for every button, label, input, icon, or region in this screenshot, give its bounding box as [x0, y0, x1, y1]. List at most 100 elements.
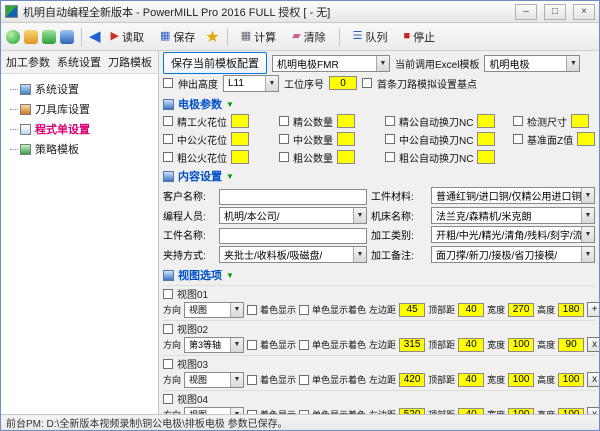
view-direction-combo[interactable]: 视图▼ [184, 372, 244, 388]
excel-template-combo[interactable]: 机明电极 ▼ [484, 55, 580, 72]
electrode-section-header: 电极参数 ▼ [163, 96, 595, 112]
save-template-button[interactable]: 保存当前模板配置 [163, 52, 267, 74]
view-top-input[interactable] [458, 303, 484, 317]
calculator-icon: ▦ [241, 31, 251, 42]
menu-item-machining-params[interactable]: 加工参数 [3, 52, 53, 72]
calculate-button[interactable]: ▦ 计算 [235, 26, 282, 48]
value-input[interactable] [577, 132, 595, 146]
value-input[interactable] [337, 150, 355, 164]
add-view-button[interactable]: + [587, 302, 599, 317]
customer-name-input[interactable] [219, 189, 367, 205]
collapse-arrow-icon[interactable]: ▼ [226, 172, 234, 181]
extend-height-checkbox[interactable] [163, 78, 173, 88]
mid-spark-checkbox[interactable] [163, 134, 173, 144]
view-block: 视图02 方向 第3等轴▼ 着色显示 单色显示着色 左边距 顶部距 宽度 高度 … [163, 320, 595, 354]
star-icon[interactable]: ★ [205, 27, 219, 47]
mid-count-checkbox[interactable] [279, 134, 289, 144]
value-input[interactable] [477, 150, 495, 164]
programmer-combo[interactable]: 机明/本公司/▼ [219, 207, 367, 224]
view-width-input[interactable] [508, 338, 534, 352]
material-combo[interactable]: 普通红铜/进口铜/仅精公用进口铜▼ [431, 187, 595, 204]
view-left-input[interactable] [399, 373, 425, 387]
view-height-input[interactable] [558, 303, 584, 317]
queue-button[interactable]: ☰ 队列 [347, 26, 394, 48]
close-button[interactable]: × [573, 4, 595, 20]
view-left-input[interactable] [399, 338, 425, 352]
views-section-header: 视图选项 ▼ [163, 267, 595, 283]
view-top-input[interactable] [458, 338, 484, 352]
clamping-method-combo[interactable]: 夹批士/收料板/吸磁盘/▼ [219, 246, 367, 263]
menu-item-system-settings[interactable]: 系统设置 [54, 52, 104, 72]
fine-count-checkbox[interactable] [279, 116, 289, 126]
tree-item-program-sheet[interactable]: 程式单设置 [4, 119, 155, 139]
blue-arrow-icon[interactable]: ◀ [89, 30, 101, 44]
shaded-display-checkbox[interactable] [247, 375, 257, 385]
fine-spark-checkbox[interactable] [163, 116, 173, 126]
clear-button[interactable]: ▰ 清除 [286, 26, 331, 48]
remove-view-button[interactable]: x [587, 372, 599, 387]
remove-view-button[interactable]: x [587, 407, 599, 414]
mono-display-checkbox[interactable] [299, 340, 309, 350]
view-checkbox[interactable] [163, 394, 173, 404]
value-input[interactable] [231, 132, 249, 146]
minimize-button[interactable]: – [515, 4, 537, 20]
collapse-arrow-icon[interactable]: ▼ [226, 100, 234, 109]
view-checkbox[interactable] [163, 324, 173, 334]
gear-icon[interactable] [24, 30, 38, 44]
machining-type-combo[interactable]: 开粗/中光/精光/清角/残料/刻字/流道/▼ [431, 226, 595, 243]
value-input[interactable] [337, 132, 355, 146]
statusbar: 前台PM: D:\全新版本视频录制\铜公电极\排板电极 参数已保存。 [1, 414, 599, 430]
view-direction-combo[interactable]: 第3等轴▼ [184, 337, 244, 353]
view-width-input[interactable] [508, 373, 534, 387]
tree-item-system-settings[interactable]: 系统设置 [4, 79, 155, 99]
mono-display-checkbox[interactable] [299, 375, 309, 385]
view-checkbox[interactable] [163, 289, 173, 299]
read-button[interactable]: ▶ 读取 [105, 26, 150, 48]
disk-icon[interactable] [60, 30, 74, 44]
mono-display-checkbox[interactable] [299, 305, 309, 315]
check-size-checkbox[interactable] [513, 116, 523, 126]
view-direction-combo[interactable]: 视图▼ [184, 302, 244, 318]
view-top-input[interactable] [458, 373, 484, 387]
view-left-input[interactable] [399, 303, 425, 317]
view-checkbox[interactable] [163, 359, 173, 369]
chevron-down-icon: ▼ [230, 338, 243, 352]
shaded-display-checkbox[interactable] [247, 305, 257, 315]
plus-icon[interactable] [42, 30, 56, 44]
machining-note-combo[interactable]: 面刀撑/新刀/接极/省刀接模/▼ [431, 246, 595, 263]
datum-z-checkbox[interactable] [513, 134, 523, 144]
value-input[interactable] [571, 114, 589, 128]
tree-item-strategy-template[interactable]: 策略模板 [4, 139, 155, 159]
tools-icon [20, 104, 31, 115]
collapse-arrow-icon[interactable]: ▼ [226, 271, 234, 280]
extend-height-combo[interactable]: L11 ▼ [223, 75, 279, 92]
station-number-input[interactable] [329, 76, 357, 90]
rough-count-checkbox[interactable] [279, 152, 289, 162]
maximize-button[interactable]: □ [544, 4, 566, 20]
mid-autotool-checkbox[interactable] [385, 134, 395, 144]
fine-autotool-checkbox[interactable] [385, 116, 395, 126]
view-direction-combo[interactable]: 视图▼ [184, 407, 244, 415]
calculate-label: 计算 [254, 29, 276, 45]
value-input[interactable] [477, 132, 495, 146]
view-height-input[interactable] [558, 338, 584, 352]
stop-button[interactable]: ■ 停止 [398, 26, 442, 48]
menu-item-toolpath-template[interactable]: 刀路模板 [105, 52, 155, 72]
view-height-input[interactable] [558, 373, 584, 387]
rough-spark-checkbox[interactable] [163, 152, 173, 162]
sphere-icon[interactable] [6, 30, 20, 44]
value-input[interactable] [477, 114, 495, 128]
rough-autotool-checkbox[interactable] [385, 152, 395, 162]
save-button[interactable]: ▦ 保存 [154, 26, 201, 48]
value-input[interactable] [231, 150, 249, 164]
first-toolpath-checkbox[interactable] [362, 78, 372, 88]
remove-view-button[interactable]: x [587, 337, 599, 352]
value-input[interactable] [337, 114, 355, 128]
shaded-display-checkbox[interactable] [247, 340, 257, 350]
tree-item-tool-library[interactable]: 刀具库设置 [4, 99, 155, 119]
value-input[interactable] [231, 114, 249, 128]
template-combo[interactable]: 机明电极FMR ▼ [272, 55, 390, 72]
view-width-input[interactable] [508, 303, 534, 317]
machine-name-combo[interactable]: 法兰克/森精机/米克朗▼ [431, 207, 595, 224]
workpiece-name-input[interactable] [219, 228, 367, 244]
